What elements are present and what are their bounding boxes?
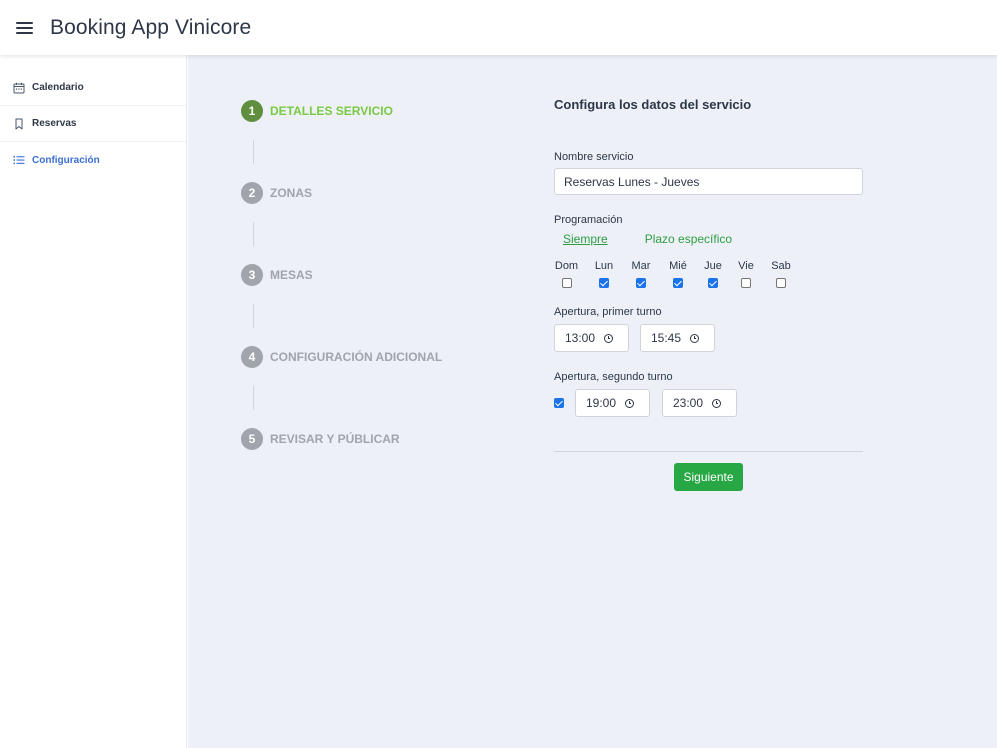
- top-bar: Booking App Vinicore: [0, 0, 997, 55]
- step-connector: [253, 140, 254, 164]
- step-connector: [253, 304, 254, 328]
- schedule-options: Siempre Plazo específico: [554, 232, 863, 246]
- hamburger-icon[interactable]: [16, 22, 33, 34]
- day-checkbox[interactable]: [708, 278, 718, 288]
- clock-icon[interactable]: [712, 398, 722, 408]
- service-name-input[interactable]: [554, 168, 863, 195]
- step-5[interactable]: 5 REVISAR Y PÚBLICAR: [241, 428, 442, 450]
- day-checkbox[interactable]: [776, 278, 786, 288]
- clock-icon[interactable]: [604, 333, 614, 343]
- step-3[interactable]: 3 MESAS: [241, 264, 442, 286]
- day-label: Sab: [771, 260, 791, 272]
- step-number: 1: [241, 100, 263, 122]
- step-number: 2: [241, 182, 263, 204]
- sidebar-item-calendario[interactable]: Calendario: [0, 70, 186, 106]
- clock-icon[interactable]: [625, 398, 635, 408]
- day-label: Lun: [594, 260, 614, 272]
- step-number: 3: [241, 264, 263, 286]
- second-shift-checkbox[interactable]: [554, 398, 564, 408]
- sidebar: Calendario Reservas Configuración: [0, 55, 187, 748]
- day-sab: Sab: [767, 260, 795, 288]
- schedule-option-plazo[interactable]: Plazo específico: [645, 232, 732, 246]
- service-form: Configura los datos del servicio Nombre …: [554, 97, 863, 491]
- step-number: 5: [241, 428, 263, 450]
- main-content: 1 DETALLES SERVICIO 2 ZONAS 3 MESAS 4 CO…: [188, 55, 997, 748]
- sidebar-item-label: Reservas: [32, 118, 77, 129]
- day-mie: Mié: [664, 260, 692, 288]
- day-label: Dom: [554, 260, 579, 272]
- day-mar: Mar: [627, 260, 655, 288]
- day-lun: Lun: [590, 260, 618, 288]
- step-number: 4: [241, 346, 263, 368]
- bookmark-icon: [13, 118, 25, 130]
- day-checkbox[interactable]: [599, 278, 609, 288]
- list-icon: [13, 154, 25, 166]
- day-jue: Jue: [699, 260, 727, 288]
- calendar-icon: [13, 82, 25, 94]
- day-checkbox[interactable]: [636, 278, 646, 288]
- first-shift-start-input[interactable]: 13:00: [554, 324, 629, 352]
- sidebar-item-label: Configuración: [32, 154, 100, 166]
- second-shift-row: 19:00 23:00: [554, 389, 863, 417]
- step-4[interactable]: 4 CONFIGURACIÓN ADICIONAL: [241, 346, 442, 368]
- day-checkbox[interactable]: [741, 278, 751, 288]
- day-checkbox[interactable]: [561, 278, 572, 288]
- day-checkbox[interactable]: [673, 278, 683, 288]
- next-button[interactable]: Siguiente: [674, 463, 743, 491]
- day-label: Jue: [704, 260, 722, 272]
- first-shift-label: Apertura, primer turno: [554, 306, 662, 318]
- second-shift-label: Apertura, segundo turno: [554, 371, 673, 383]
- weekday-selector: Dom Lun Mar Mié Jue Vie Sab: [554, 260, 863, 288]
- second-shift-end-input[interactable]: 23:00: [662, 389, 737, 417]
- first-shift-row: 13:00 15:45: [554, 324, 863, 352]
- sidebar-item-reservas[interactable]: Reservas: [0, 106, 186, 142]
- step-1[interactable]: 1 DETALLES SERVICIO: [241, 100, 442, 122]
- clock-icon[interactable]: [690, 333, 700, 343]
- schedule-option-siempre[interactable]: Siempre: [563, 232, 608, 246]
- day-label: Mié: [669, 260, 687, 272]
- step-2[interactable]: 2 ZONAS: [241, 182, 442, 204]
- step-label: MESAS: [270, 268, 313, 282]
- first-shift-end-input[interactable]: 15:45: [640, 324, 715, 352]
- day-dom: Dom: [554, 260, 579, 288]
- stepper: 1 DETALLES SERVICIO 2 ZONAS 3 MESAS 4 CO…: [241, 100, 442, 450]
- form-title: Configura los datos del servicio: [554, 97, 752, 112]
- step-connector: [253, 222, 254, 246]
- service-name-label: Nombre servicio: [554, 151, 634, 163]
- form-divider: [554, 451, 863, 452]
- step-label: ZONAS: [270, 186, 312, 200]
- second-shift-start-input[interactable]: 19:00: [575, 389, 650, 417]
- step-connector: [253, 386, 254, 410]
- schedule-label: Programación: [554, 214, 623, 226]
- step-label: DETALLES SERVICIO: [270, 104, 393, 118]
- step-label: REVISAR Y PÚBLICAR: [270, 432, 400, 446]
- day-label: Vie: [738, 260, 754, 272]
- day-vie: Vie: [732, 260, 760, 288]
- day-label: Mar: [631, 260, 651, 272]
- app-title: Booking App Vinicore: [50, 16, 252, 39]
- sidebar-item-configuracion[interactable]: Configuración: [0, 142, 186, 178]
- sidebar-item-label: Calendario: [32, 82, 84, 93]
- step-label: CONFIGURACIÓN ADICIONAL: [270, 350, 443, 364]
